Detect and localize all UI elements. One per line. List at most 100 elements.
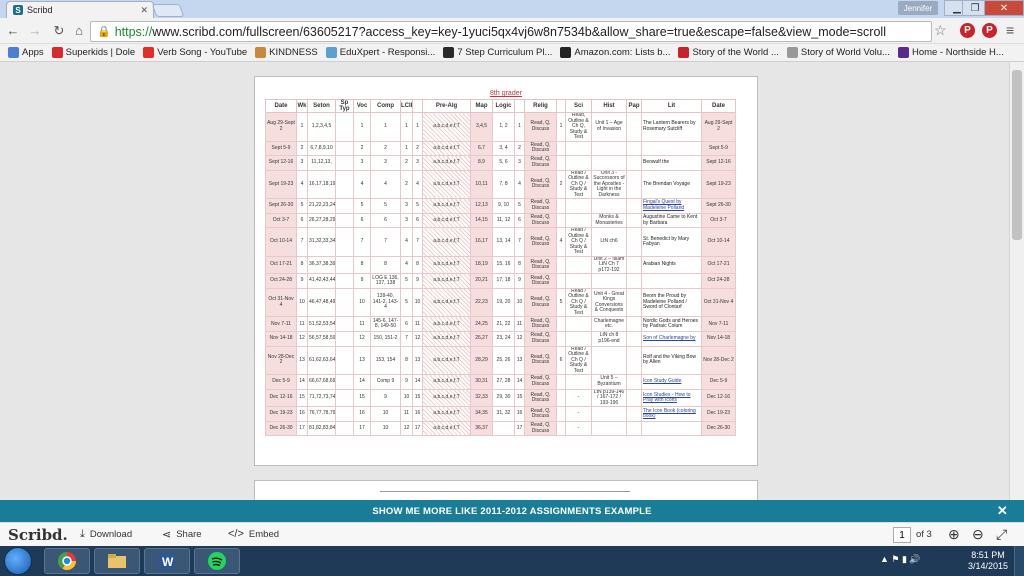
grid-cell: 13, 14 <box>492 227 515 257</box>
scribd-toolbar: Scribd. ⤓ Download ⋖ Share </> Embed 1 of 3… <box>0 522 1024 546</box>
grid-cell <box>626 374 642 390</box>
chrome-menu-icon[interactable]: ≡ <box>1006 22 1014 38</box>
grid-cell <box>556 155 566 171</box>
zoom-out-icon[interactable]: ⊖ <box>972 526 984 543</box>
share-button[interactable]: ⋖ Share <box>162 528 202 541</box>
grid-cell: 12,13 <box>470 198 493 214</box>
grid-cell: 2 <box>400 155 413 171</box>
grid-row: Sept 19-23416,17,18,19,204424a,b,c,d,e,f… <box>265 169 736 200</box>
page-number-input[interactable]: 1 <box>893 527 911 543</box>
scrollbar-thumb[interactable] <box>1012 70 1022 240</box>
profile-button[interactable]: Jennifer <box>898 1 938 15</box>
grid-cell: LOG E 136, 137, 138 <box>370 273 401 289</box>
grid-cell: 7 <box>400 331 413 347</box>
grid-cell <box>591 345 627 376</box>
grid-cell: 10 <box>370 420 401 437</box>
grid-cell: 22,23 <box>470 287 493 318</box>
bookmark-label: Apps <box>22 47 44 58</box>
grid-cell <box>626 316 642 333</box>
bookmark-item[interactable]: Home - Northside H... <box>897 47 1004 58</box>
embed-button[interactable]: </> Embed <box>228 528 279 540</box>
grid-cell <box>565 212 592 229</box>
new-tab-button[interactable] <box>151 4 185 17</box>
grid-cell: 6 <box>400 316 413 333</box>
scribd-logo[interactable]: Scribd. <box>8 526 68 544</box>
grid-cell: Dec 12-16 <box>701 388 736 408</box>
grid-cell: 26,27 <box>470 331 493 347</box>
show-desktop-button[interactable] <box>1014 546 1024 576</box>
bookmark-favicon-icon <box>897 47 909 58</box>
grid-cell <box>626 420 642 437</box>
grid-cell <box>335 112 354 142</box>
fullscreen-icon[interactable]: ⤢ <box>996 526 1007 543</box>
grid-cell <box>565 255 592 275</box>
grid-cell: 13 <box>296 345 308 376</box>
grid-cell: Aug 29-Sept 2 <box>701 112 736 142</box>
bookmark-item[interactable]: Superkids | Dole <box>51 47 135 58</box>
home-icon[interactable]: ⌂ <box>72 23 86 38</box>
grid-header-cell <box>514 99 525 113</box>
bookmark-item[interactable]: Apps <box>8 47 44 58</box>
bookmark-item[interactable]: 7 Step Curriculum Pl... <box>443 47 552 58</box>
system-tray-icons[interactable]: ▲ ⚑ ▮ 🔊 <box>880 554 921 565</box>
back-arrow-icon[interactable]: ← <box>6 23 20 38</box>
banner-close-icon[interactable]: ✕ <box>997 503 1008 519</box>
download-button[interactable]: ⤓ Download <box>80 528 132 541</box>
tab-scribd[interactable]: S Scribd ✕ <box>6 1 154 18</box>
grid-cell: 7 <box>353 227 371 257</box>
grid-cell: 6 <box>412 212 423 229</box>
grid-cell <box>335 345 354 376</box>
grid-cell: 10 <box>514 287 525 318</box>
grid-cell: 3 <box>296 155 308 171</box>
document-viewer[interactable]: 8th grader Date Wk Seton Sp Typ Voc Comp LCII P… <box>0 62 1009 500</box>
pinterest-extension-icon[interactable]: P <box>960 23 975 38</box>
grid-cell <box>335 316 354 333</box>
taskbar-clock[interactable]: 8:51 PM 3/14/2015 <box>966 550 1010 572</box>
chrome-icon <box>58 552 76 571</box>
window-close-button[interactable]: ✕ <box>984 0 1024 16</box>
browser-toolbar: ← → ↻ ⌂ 🔒 https:// www.scribd.com/fullsc… <box>0 18 1024 44</box>
grid-cell: 5 <box>296 198 308 214</box>
grid-cell: The Icon Book (coloring book) <box>641 406 702 422</box>
grid-cell: Sept 12-16 <box>265 155 297 171</box>
grid-cell: 6,7,8,9,10 <box>307 140 336 157</box>
grid-cell: Read, Q, Discuss <box>524 155 557 171</box>
taskbar-chrome[interactable] <box>44 548 90 574</box>
pinterest-save-icon[interactable]: P <box>982 23 997 38</box>
grid-cell: 14,15 <box>470 212 493 229</box>
grid-cell: 17 <box>353 420 371 437</box>
reload-icon[interactable]: ↻ <box>52 23 66 39</box>
grid-cell <box>591 420 627 437</box>
taskbar-word[interactable]: W <box>144 548 190 574</box>
grid-cell: 14 <box>353 374 371 390</box>
grid-header-cell: LCII <box>400 99 413 113</box>
bookmark-item[interactable]: KINDNESS <box>255 47 318 58</box>
bookmark-item[interactable]: EduXpert - Responsi... <box>325 47 435 58</box>
grid-cell: 16 <box>296 406 308 422</box>
bookmark-item[interactable]: Verb Song - YouTube <box>143 47 247 58</box>
grid-cell: Read, Q, Discuss <box>524 331 557 347</box>
share-icon: ⋖ <box>162 529 172 541</box>
vertical-scrollbar[interactable] <box>1009 62 1024 500</box>
grid-row: Sept 26-30521,22,23,24,255535a,b,c,d,e,f… <box>265 198 736 214</box>
forward-arrow-icon[interactable]: → <box>28 23 42 38</box>
bookmark-star-icon[interactable]: ☆ <box>934 22 947 39</box>
bookmark-item[interactable]: Amazon.com: Lists b... <box>560 47 670 58</box>
start-button[interactable] <box>4 547 32 575</box>
taskbar-spotify[interactable] <box>194 548 240 574</box>
show-more-banner[interactable]: SHOW ME MORE LIKE 2011-2012 ASSIGNMENTS … <box>0 500 1024 522</box>
grid-cell <box>556 388 566 408</box>
taskbar-explorer[interactable] <box>94 548 140 574</box>
grid-cell: 11,12,13, <box>307 155 336 171</box>
bookmark-item[interactable]: Story of the World ... <box>678 47 779 58</box>
grid-cell <box>591 155 627 171</box>
address-bar[interactable]: 🔒 https:// www.scribd.com/fullscreen/636… <box>90 21 932 42</box>
grid-cell <box>626 388 642 408</box>
grid-header-cell: Logic <box>492 99 515 113</box>
bookmark-item[interactable]: Story of World Volu... <box>786 47 890 58</box>
tab-close-icon[interactable]: ✕ <box>140 5 148 16</box>
grid-cell: 6,7 <box>470 140 493 157</box>
grid-cell <box>556 273 566 289</box>
zoom-in-icon[interactable]: ⊕ <box>948 526 960 543</box>
grid-cell: 1,2,3,4,5 <box>307 112 336 142</box>
